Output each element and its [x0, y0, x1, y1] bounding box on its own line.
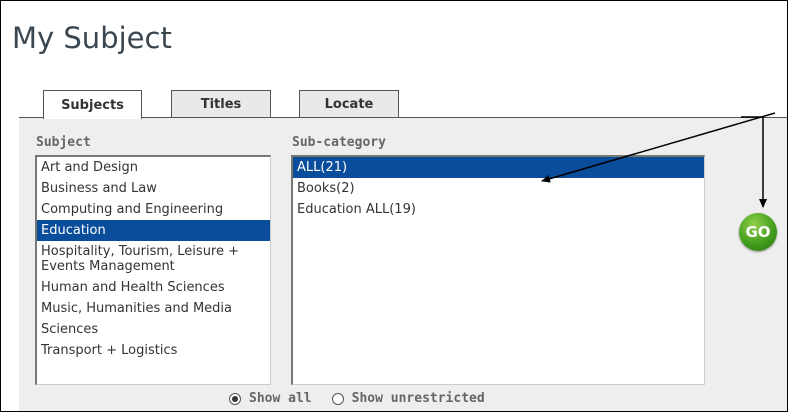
show-all-option[interactable]: Show all — [229, 391, 312, 406]
show-unrestricted-option[interactable]: Show unrestricted — [331, 391, 485, 406]
go-button[interactable]: GO — [739, 213, 777, 251]
show-unrestricted-radio[interactable] — [331, 392, 344, 405]
subject-item-business-law[interactable]: Business and Law — [37, 178, 270, 199]
subcategory-listbox[interactable]: ALL(21) Books(2) Education ALL(19) — [291, 155, 705, 385]
show-all-radio[interactable] — [229, 392, 241, 405]
subject-item-art-design[interactable]: Art and Design — [37, 157, 270, 178]
subject-item-music-humanities[interactable]: Music, Humanities and Media — [37, 298, 270, 319]
tab-subjects[interactable]: Subjects — [43, 90, 142, 119]
subject-item-human-health[interactable]: Human and Health Sciences — [37, 277, 270, 298]
subject-item-hospitality[interactable]: Hospitality, Tourism, Leisure + Events M… — [37, 241, 270, 277]
subject-item-sciences[interactable]: Sciences — [37, 319, 270, 340]
subcategory-label: Sub-category — [292, 135, 386, 150]
subject-label: Subject — [36, 135, 91, 150]
tab-titles[interactable]: Titles — [171, 90, 271, 117]
subject-item-computing-engineering[interactable]: Computing and Engineering — [37, 199, 270, 220]
subcategory-item-education-all[interactable]: Education ALL(19) — [293, 199, 704, 220]
subject-item-transport[interactable]: Transport + Logistics — [37, 340, 270, 361]
show-unrestricted-label: Show unrestricted — [351, 391, 485, 406]
filter-radio-group: Show all Show unrestricted — [229, 391, 505, 406]
window-frame: My Subject Subjects Titles Locate Subjec… — [0, 0, 788, 412]
show-all-label: Show all — [249, 391, 312, 406]
tab-locate[interactable]: Locate — [299, 90, 399, 117]
subject-item-education[interactable]: Education — [37, 220, 270, 241]
subcategory-item-all[interactable]: ALL(21) — [293, 157, 704, 178]
page-title: My Subject — [12, 21, 172, 55]
subcategory-item-books[interactable]: Books(2) — [293, 178, 704, 199]
subject-listbox[interactable]: Art and Design Business and Law Computin… — [35, 155, 271, 385]
